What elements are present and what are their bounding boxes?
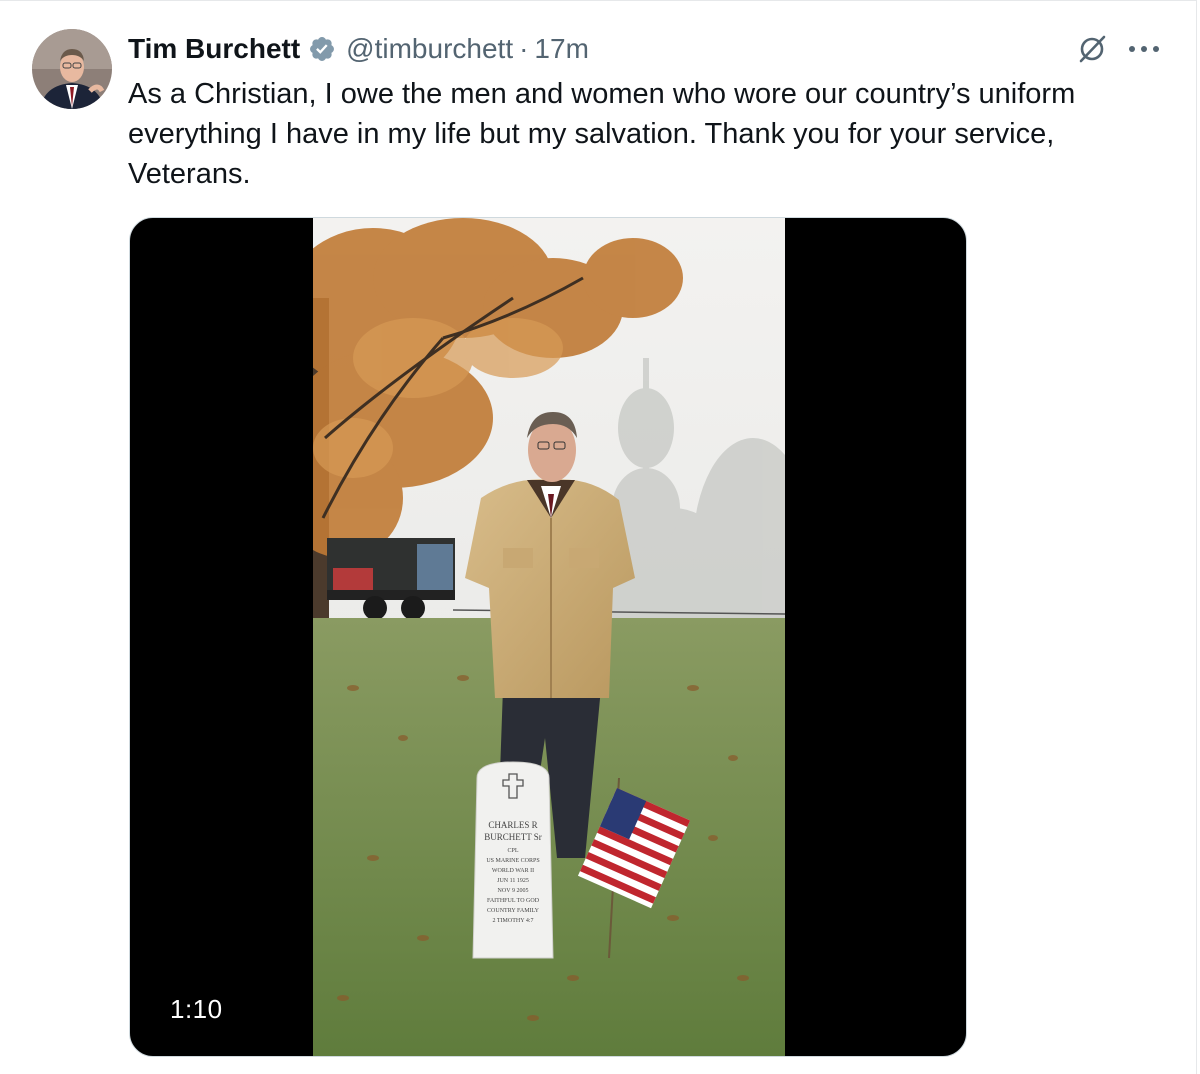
grok-icon[interactable] [1074,31,1110,67]
svg-text:JUN 11 1925: JUN 11 1925 [497,878,529,884]
svg-text:US MARINE CORPS: US MARINE CORPS [486,858,539,864]
tweet-card[interactable]: Tim Burchett @timburchett · 17m As a Chr… [0,0,1197,1074]
verified-badge-icon[interactable] [308,35,336,63]
separator-dot: · [519,33,529,64]
tweet-header: Tim Burchett @timburchett · 17m [128,29,589,69]
video-player[interactable]: CHARLES R BURCHETT Sr CPL US MARINE CORP… [129,217,967,1057]
svg-text:BURCHETT Sr: BURCHETT Sr [484,832,542,842]
video-thumbnail: CHARLES R BURCHETT Sr CPL US MARINE CORP… [313,218,785,1056]
svg-text:CPL: CPL [507,848,518,854]
author-name[interactable]: Tim Burchett [128,33,300,65]
author-handle[interactable]: @timburchett [346,33,513,65]
video-duration: 1:10 [170,994,223,1024]
timestamp[interactable]: 17m [534,33,588,65]
svg-text:WORLD WAR II: WORLD WAR II [492,868,534,874]
svg-text:CHARLES R: CHARLES R [488,820,537,830]
svg-text:COUNTRY FAMILY: COUNTRY FAMILY [487,908,540,914]
avatar[interactable] [32,29,112,109]
svg-text:2 TIMOTHY 4:7: 2 TIMOTHY 4:7 [493,918,534,924]
svg-text:FAITHFUL TO GOD: FAITHFUL TO GOD [487,898,540,904]
tweet-text: As a Christian, I owe the men and women … [128,78,1076,190]
more-options-icon[interactable] [1124,31,1164,67]
svg-text:NOV 9 2005: NOV 9 2005 [498,888,529,894]
